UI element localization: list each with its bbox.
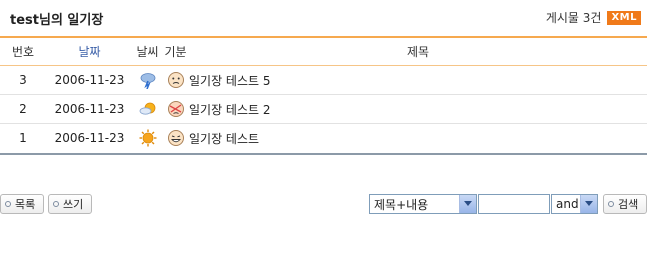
search-target-select[interactable]: 제목+내용 bbox=[369, 194, 477, 214]
column-mood: 기분 bbox=[164, 45, 187, 59]
row-date: 2006-11-23 bbox=[54, 73, 125, 87]
row-number: 1 bbox=[19, 131, 27, 146]
search-button-label: 검색 bbox=[618, 198, 639, 211]
row-subject-link[interactable]: 일기장 테스트 2 bbox=[189, 95, 647, 124]
search-button[interactable]: 검색 bbox=[603, 194, 647, 214]
worried-face-icon bbox=[167, 71, 185, 89]
search-target-value: 제목+내용 bbox=[374, 197, 429, 212]
xml-feed-badge[interactable]: XML bbox=[607, 10, 641, 25]
row-number: 2 bbox=[19, 102, 27, 116]
bullet-icon bbox=[608, 201, 614, 207]
bullet-icon bbox=[5, 201, 11, 207]
board-meta: 게시물 3건 XML bbox=[546, 9, 641, 26]
table-row: 1 2006-11-23 일기장 테스트 bbox=[0, 124, 647, 153]
bullet-icon bbox=[53, 201, 59, 207]
search-operator-value: and bbox=[556, 197, 579, 211]
column-subject: 제목 bbox=[406, 45, 430, 59]
sun-icon bbox=[139, 129, 157, 147]
list-button[interactable]: 목록 bbox=[0, 194, 44, 214]
row-date: 2006-11-23 bbox=[54, 102, 125, 116]
grinning-face-icon bbox=[167, 129, 185, 147]
sun-cloud-icon bbox=[139, 100, 157, 118]
chevron-down-icon bbox=[459, 195, 476, 213]
column-date[interactable]: 날짜 bbox=[46, 38, 133, 66]
bandaged-face-icon bbox=[167, 100, 185, 118]
row-subject-link[interactable]: 일기장 테스트 5 bbox=[189, 66, 647, 95]
write-button-label: 쓰기 bbox=[63, 198, 84, 211]
table-row: 2 2006-11-23 일기장 테스트 2 bbox=[0, 95, 647, 124]
search-operator-select[interactable]: and bbox=[551, 194, 598, 214]
board-header: test님의 일기장 게시물 3건 XML bbox=[0, 0, 647, 36]
board-title: test님의 일기장 bbox=[10, 13, 104, 28]
table-header-row: 번호 날짜 날씨 기분 제목 bbox=[0, 38, 647, 66]
row-number: 3 bbox=[19, 73, 27, 87]
write-button[interactable]: 쓰기 bbox=[48, 194, 92, 214]
post-count: 게시물 3건 bbox=[545, 11, 602, 25]
row-date: 2006-11-23 bbox=[54, 131, 125, 146]
diary-list-table: 번호 날짜 날씨 기분 제목 3 2006-11-23 일기장 테스트 5 2 … bbox=[0, 38, 647, 153]
table-bottom-divider bbox=[0, 153, 647, 155]
table-row: 3 2006-11-23 일기장 테스트 5 bbox=[0, 66, 647, 95]
column-weather: 날씨 bbox=[136, 45, 159, 59]
list-button-label: 목록 bbox=[15, 198, 36, 211]
column-number: 번호 bbox=[11, 45, 35, 59]
search-keyword-input[interactable] bbox=[478, 194, 550, 214]
chevron-down-icon bbox=[580, 195, 597, 213]
row-subject-link[interactable]: 일기장 테스트 bbox=[189, 124, 647, 153]
rain-cloud-icon bbox=[139, 71, 157, 90]
